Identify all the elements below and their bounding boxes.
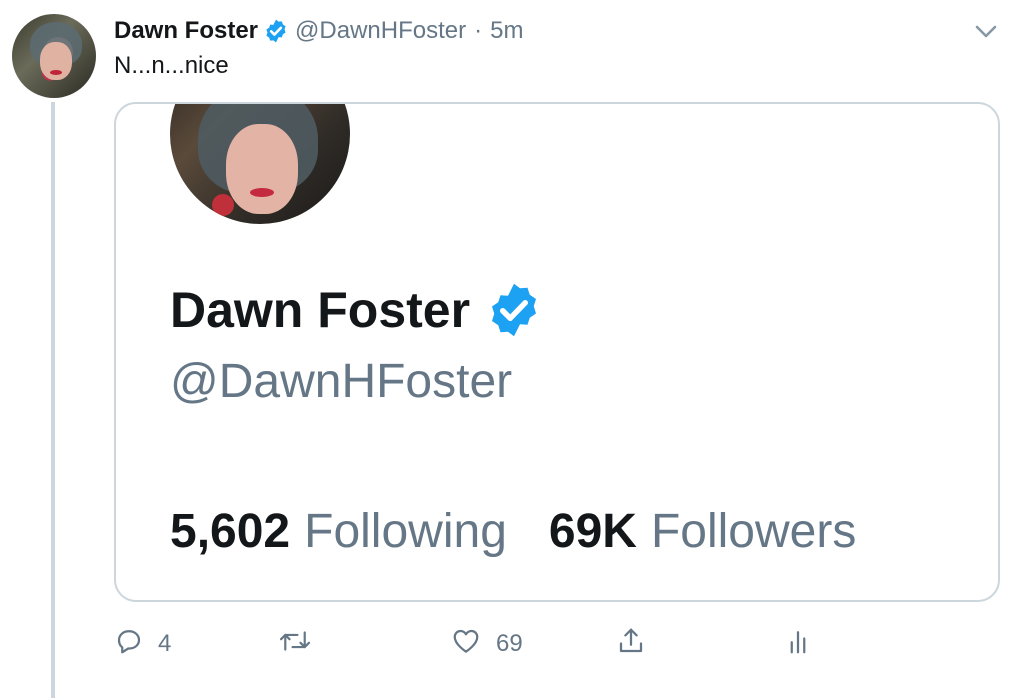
- card-name-text: Dawn Foster: [170, 282, 471, 338]
- like-icon: [450, 626, 482, 663]
- following-label: Following: [304, 505, 507, 558]
- avatar-lips: [50, 70, 62, 75]
- author-avatar[interactable]: [12, 14, 96, 98]
- analytics-button[interactable]: [786, 624, 810, 664]
- thread-line: [51, 102, 55, 698]
- card-avatar-flower: [212, 194, 234, 216]
- card-profile-stats: 5,602 Following 69K Followers: [170, 504, 856, 559]
- tweet-timestamp[interactable]: 5m: [490, 17, 523, 45]
- share-button[interactable]: [616, 624, 646, 664]
- tweet-header: Dawn Foster @DawnHFoster · 5m: [114, 14, 523, 48]
- followers-count: 69K: [548, 505, 637, 558]
- card-avatar-face: [226, 124, 298, 214]
- tweet-actions: 4 69: [114, 624, 834, 664]
- verified-badge-icon: [263, 18, 289, 44]
- reply-icon: [114, 626, 144, 663]
- followers-label: Followers: [650, 505, 857, 558]
- verified-badge-icon: [484, 280, 544, 340]
- chevron-down-icon[interactable]: [972, 20, 1000, 44]
- card-profile-handle: @DawnHFoster: [170, 355, 513, 408]
- reply-button[interactable]: 4: [114, 624, 171, 664]
- author-name[interactable]: Dawn Foster: [114, 17, 258, 45]
- embedded-profile-image[interactable]: Dawn Foster @DawnHFoster 5,602 Following…: [114, 102, 1000, 602]
- retweet-button[interactable]: [278, 624, 326, 664]
- retweet-icon: [278, 626, 312, 663]
- separator-dot: ·: [474, 17, 483, 44]
- like-button[interactable]: 69: [450, 624, 523, 664]
- like-count: 69: [496, 630, 523, 657]
- following-count: 5,602: [170, 505, 291, 558]
- card-profile-name: Dawn Foster: [170, 280, 544, 340]
- share-icon: [616, 626, 646, 663]
- card-avatar: [170, 104, 350, 224]
- reply-count: 4: [158, 630, 172, 657]
- author-handle[interactable]: @DawnHFoster: [295, 17, 466, 45]
- tweet-text: N...n...nice: [114, 52, 229, 79]
- card-avatar-lips: [250, 188, 274, 197]
- analytics-icon: [786, 626, 810, 663]
